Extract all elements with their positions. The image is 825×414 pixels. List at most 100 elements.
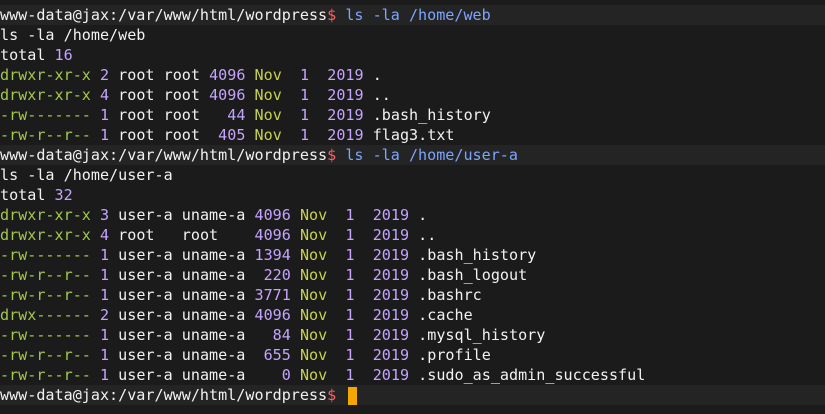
group: uname-a: [181, 326, 246, 344]
command-text: ls -la /home/user-a: [345, 146, 518, 164]
permissions: -rw-r--r--: [0, 286, 91, 304]
permissions: -rw-------: [0, 326, 91, 344]
link-count: 1: [99, 326, 110, 344]
month: Nov: [254, 66, 282, 84]
group: uname-a: [181, 346, 246, 364]
listing-web: drwxr-xr-x 2 root root 4096 Nov 1 2019 .…: [0, 65, 825, 145]
owner: user-a: [118, 326, 173, 344]
month: Nov: [254, 126, 282, 144]
list-item: -rw------- 1 user-a uname-a 84 Nov 1 201…: [0, 325, 825, 345]
day: 1: [336, 286, 355, 304]
file-size: 4096: [209, 66, 246, 84]
group: root: [163, 66, 200, 84]
file-name: .: [418, 206, 428, 224]
file-size: 4096: [209, 86, 246, 104]
link-count: 4: [99, 86, 110, 104]
link-count: 3: [99, 206, 110, 224]
permissions: drwxr-xr-x: [0, 226, 91, 244]
year: 2019: [372, 246, 410, 264]
file-size: 0: [254, 366, 291, 384]
list-item: drwxr-xr-x 4 root root 4096 Nov 1 2019 .…: [0, 225, 825, 245]
month: Nov: [299, 266, 328, 284]
month: Nov: [299, 246, 328, 264]
owner: user-a: [118, 366, 173, 384]
year: 2019: [372, 206, 410, 224]
owner: root: [118, 66, 155, 84]
listing-user-a: drwxr-xr-x 3 user-a uname-a 4096 Nov 1 2…: [0, 205, 825, 385]
link-count: 1: [99, 246, 110, 264]
prompt-line: www-data@jax:/var/www/html/wordpress$ ls…: [0, 145, 825, 165]
file-name: .bash_logout: [418, 266, 528, 284]
terminal-window[interactable]: www-data@jax:/var/www/html/wordpress$ ls…: [0, 0, 825, 414]
group: uname-a: [181, 246, 246, 264]
day: 1: [290, 66, 310, 84]
owner: root: [118, 226, 173, 244]
list-item: drwxr-xr-x 3 user-a uname-a 4096 Nov 1 2…: [0, 205, 825, 225]
total-label: total: [0, 46, 46, 64]
file-name: .sudo_as_admin_successful: [418, 366, 646, 384]
prompt-sigil: $: [327, 6, 337, 24]
list-item: -rw------- 1 user-a uname-a 1394 Nov 1 2…: [0, 245, 825, 265]
active-prompt-line[interactable]: www-data@jax:/var/www/html/wordpress$: [0, 385, 825, 405]
permissions: -rw-r--r--: [0, 346, 91, 364]
month: Nov: [299, 346, 328, 364]
list-item: -rw-r--r-- 1 user-a uname-a 220 Nov 1 20…: [0, 265, 825, 285]
permissions: drwxr-xr-x: [0, 66, 91, 84]
file-name: .bashrc: [418, 286, 482, 304]
owner: user-a: [118, 246, 173, 264]
day: 1: [336, 226, 355, 244]
file-size: 4096: [254, 226, 291, 244]
text-cursor[interactable]: [348, 386, 358, 405]
prompt-sigil: $: [327, 386, 337, 404]
prompt-sigil: $: [327, 146, 337, 164]
permissions: -rw-r--r--: [0, 266, 91, 284]
permissions: -rw-r--r--: [0, 126, 91, 144]
month: Nov: [254, 86, 282, 104]
command-echo: ls -la /home/web: [0, 25, 825, 45]
group: uname-a: [181, 266, 246, 284]
link-count: 1: [99, 126, 110, 144]
file-size: 4096: [254, 206, 291, 224]
permissions: -rw-------: [0, 106, 91, 124]
day: 1: [290, 86, 310, 104]
day: 1: [336, 266, 355, 284]
owner: root: [118, 126, 155, 144]
owner: user-a: [118, 286, 173, 304]
link-count: 1: [99, 106, 110, 124]
year: 2019: [372, 286, 410, 304]
day: 1: [336, 246, 355, 264]
day: 1: [336, 326, 355, 344]
year: 2019: [372, 346, 410, 364]
link-count: 1: [99, 286, 110, 304]
year: 2019: [372, 306, 410, 324]
file-size: 655: [254, 346, 291, 364]
file-size: 405: [209, 126, 246, 144]
owner: user-a: [118, 306, 173, 324]
group: root: [163, 86, 200, 104]
file-size: 4096: [254, 306, 291, 324]
day: 1: [290, 106, 310, 124]
year: 2019: [372, 326, 410, 344]
prompt-line: www-data@jax:/var/www/html/wordpress$ ls…: [0, 5, 825, 25]
file-name: ..: [418, 226, 437, 244]
command-echo: ls -la /home/user-a: [0, 165, 825, 185]
command-text: ls -la /home/web: [345, 6, 491, 24]
prompt-text: www-data@jax:/var/www/html/wordpress: [0, 6, 328, 24]
group: root: [163, 106, 200, 124]
file-name: .bash_history: [372, 106, 491, 124]
list-item: -rw-r--r-- 1 root root 405 Nov 1 2019 fl…: [0, 125, 825, 145]
owner: user-a: [118, 266, 173, 284]
permissions: -rw-------: [0, 246, 91, 264]
list-item: -rw-r--r-- 1 user-a uname-a 3771 Nov 1 2…: [0, 285, 825, 305]
link-count: 2: [99, 66, 110, 84]
list-item: drwxr-xr-x 4 root root 4096 Nov 1 2019 .…: [0, 85, 825, 105]
month: Nov: [254, 106, 282, 124]
owner: root: [118, 86, 155, 104]
month: Nov: [299, 206, 328, 224]
group: uname-a: [181, 366, 246, 384]
file-size: 44: [209, 106, 246, 124]
echo-text: ls -la /home/user-a: [0, 166, 173, 184]
total-line: total 16: [0, 45, 825, 65]
link-count: 1: [99, 366, 110, 384]
total-value: 16: [54, 46, 73, 64]
